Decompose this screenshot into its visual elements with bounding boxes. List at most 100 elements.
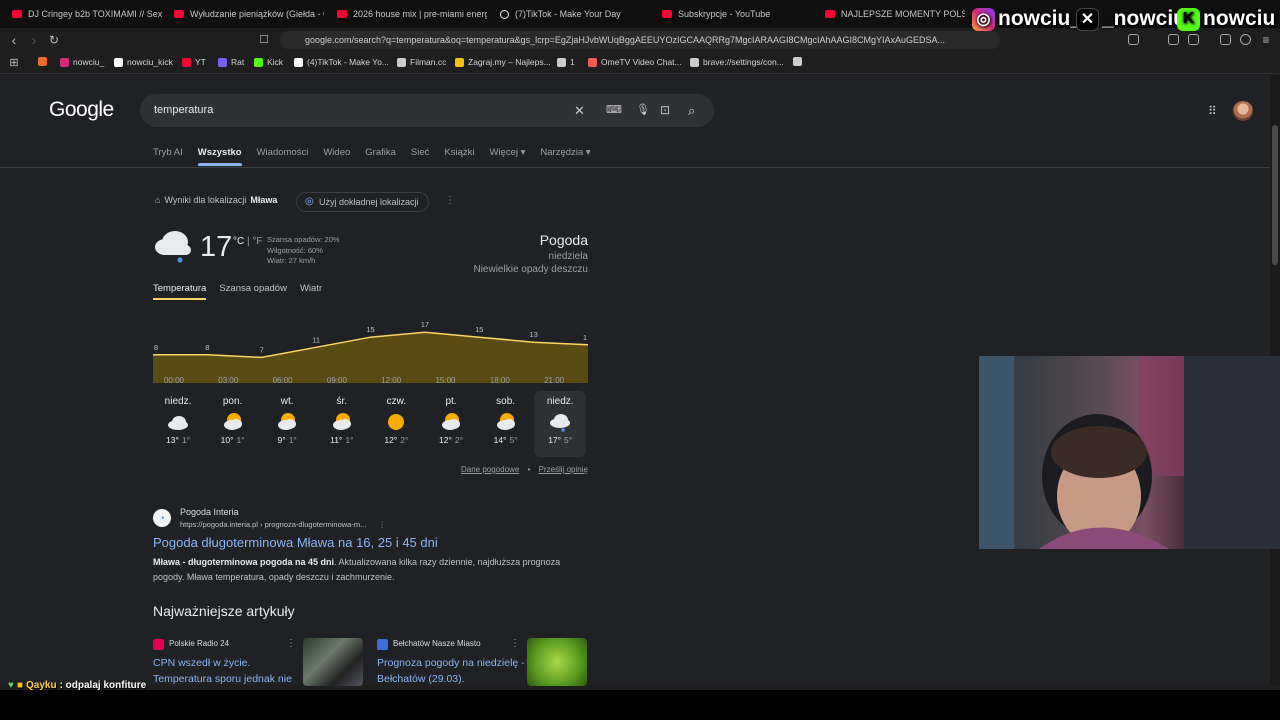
clear-icon[interactable]: ✕ [574,103,585,119]
forecast-day[interactable]: czw. 12° 2° [370,391,422,457]
result-url[interactable]: https://pogoda.interia.pl › prognoza-dlu… [180,520,386,529]
scrollbar-thumb[interactable] [1272,125,1278,265]
avatar[interactable] [1233,101,1253,121]
bookmark-item[interactable]: brave://settings/con... [690,57,784,67]
forecast-day[interactable]: niedz. 17° 5° [534,391,587,457]
browser-tab[interactable]: Wyłudzanie pieniążków (Giełda - Od [174,5,324,23]
forecast-day[interactable]: pt. 12° 2° [425,391,477,457]
search-input[interactable]: temperatura [154,104,213,116]
overlay-kick: Knowciu [1177,6,1275,32]
browser-tab[interactable]: (7)TikTok - Make Your Day [500,5,650,23]
browser-tab[interactable]: 2026 house mix | pre-miami energy [337,5,487,23]
forecast-day[interactable]: pon. 10° 1° [207,391,259,457]
lens-icon[interactable]: ⊡ [660,103,670,117]
bookmark-icon[interactable]: ☐ [256,32,272,48]
result-title-link[interactable]: Pogoda długoterminowa Mława na 16, 25 i … [153,535,438,550]
extensions-icon[interactable] [1168,34,1179,45]
unit-toggle: °C | °F [233,236,263,247]
fahrenheit-unit[interactable]: °F [252,236,262,247]
youtube-icon [825,10,835,18]
forecast-icon [549,412,571,432]
chart-point-label: 13 [529,330,537,339]
search-tabs: Tryb AI Wszystko Wiadomości Wideo Grafika Sie… [153,147,606,166]
weather-subtab[interactable]: Temperatura [153,283,207,300]
bookmark-item[interactable]: 1 [557,57,575,67]
forecast-day[interactable]: niedz. 13° 1° [152,391,204,457]
bookmark-item[interactable]: Kick [254,57,283,67]
bookmark-item[interactable]: (4)TikTok - Make Yo... [294,57,389,67]
search-tab[interactable]: Wszystko [197,147,242,166]
more-options-icon[interactable]: ⋮ [378,520,386,529]
bookmark-item[interactable]: nowciu_ [60,57,104,67]
search-tab[interactable]: Więcej ▾ [489,147,525,158]
bookmark-item[interactable]: OmeTV Video Chat... [588,57,682,67]
search-icon[interactable]: ⌕ [688,103,695,119]
chart-x-tick: 12:00 [381,376,402,385]
back-icon[interactable]: ‹ [6,32,22,48]
bookmark-item[interactable]: Filman.cc [397,57,446,67]
chart-point-label: 8 [205,343,209,352]
media-icon[interactable] [1220,34,1231,45]
rain-cloud-icon [155,231,191,263]
search-tab[interactable]: Grafika [365,147,396,158]
bookmark-item[interactable]: nowciu_kick [114,57,173,67]
weather-subtab[interactable]: Szansa opadów [219,283,287,294]
forecast-day[interactable]: śr. 11° 1° [316,391,368,457]
menu-icon[interactable]: ≡ [1258,32,1274,48]
precise-location-button[interactable]: Użyj dokładnej lokalizacji [296,192,429,212]
chart-point-label: 1 [583,333,587,342]
search-tab[interactable]: Tryb AI [153,147,183,158]
search-tab[interactable]: Narzędzia ▾ [540,147,590,158]
search-tab[interactable]: Sieć [411,147,429,158]
forecast-day[interactable]: sob. 14° 5° [480,391,532,457]
bookmark-favicon-icon [455,57,464,67]
chart-x-tick: 09:00 [326,376,347,385]
sidebar-icon[interactable] [1188,34,1199,45]
reload-icon[interactable]: ↻ [46,32,62,48]
search-tab[interactable]: Książki [444,147,474,158]
weather-subtabs: Temperatura Szansa opadów Wiatr [153,283,335,300]
news-card[interactable]: Polskie Radio 24 ⋮ CPN wszedł w życie. T… [153,637,363,687]
keyboard-icon[interactable]: ⌨ [606,103,622,116]
weather-data-link[interactable]: Dane pogodowe [461,465,519,474]
bookmark-favicon-icon [588,57,597,67]
weather-day: niedziela [548,251,588,262]
search-box[interactable]: temperatura ✕ ⌨ 🎙 ⊡ ⌕ [140,94,714,127]
bookmark-item[interactable] [38,57,51,66]
youtube-icon [662,10,672,18]
url-field[interactable]: google.com/search?q=temperatura&oq=tempe… [280,31,1000,49]
microphone-icon[interactable]: 🎙 [636,103,650,116]
celsius-unit[interactable]: °C [233,236,244,247]
news-card[interactable]: Bełchatów Nasze Miasto ⋮ Prognoza pogody… [377,637,587,687]
forward-icon[interactable]: › [26,32,42,48]
more-options-icon[interactable]: ⋮ [286,638,296,649]
result-site-name[interactable]: Pogoda Interia [180,507,239,517]
location-info: ⌂ Wyniki dla lokalizacji Mława [155,195,278,205]
apps-grid-icon[interactable]: ⊞ [6,55,22,71]
more-options-icon[interactable]: ⋮ [445,195,455,206]
browser-tab[interactable]: NAJLEPSZE MOMENTY POLSKIEGO [825,5,965,23]
feedback-link[interactable]: Prześlij opinię [539,465,588,474]
forecast-temps: 10° 1° [220,435,245,445]
location-pin-icon: ⌂ [155,195,161,205]
temperature-chart: 8 8 7 11 15 17 15 13 1 [153,320,588,383]
shield-icon[interactable] [1240,34,1251,45]
bookmark-item[interactable] [793,57,806,66]
bookmark-favicon-icon [218,57,227,67]
more-options-icon[interactable]: ⋮ [510,638,520,649]
google-apps-icon[interactable]: ⠿ [1208,105,1220,117]
forecast-day[interactable]: wt. 9° 1° [261,391,313,457]
search-tab[interactable]: Wideo [323,147,350,158]
google-logo[interactable]: Google [49,98,114,122]
bookmark-item[interactable]: Rat [218,57,244,67]
browser-tab[interactable]: DJ Cringey b2b TOXIMAMI // Sexpr [12,5,162,23]
bookmark-item[interactable]: YT [182,57,206,67]
forecast-icon [222,412,244,432]
extension-icon[interactable] [1128,34,1139,45]
weather-subtab[interactable]: Wiatr [300,283,322,294]
bookmark-favicon-icon [294,57,303,67]
search-tab[interactable]: Wiadomości [257,147,309,158]
browser-tab[interactable]: Subskrypcje - YouTube [662,5,812,23]
sunny-icon [388,414,405,430]
bookmark-item[interactable]: Zagraj.my – Najleps... [455,57,551,67]
